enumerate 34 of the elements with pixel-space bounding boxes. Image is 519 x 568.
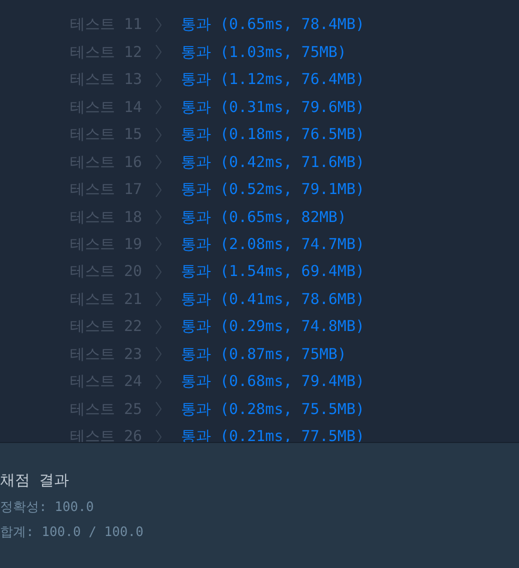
chevron-icon bbox=[155, 346, 162, 362]
test-result: 통과 (0.65ms, 82MB) bbox=[181, 208, 346, 227]
test-result: 통과 (0.42ms, 71.6MB) bbox=[181, 152, 365, 172]
chevron-icon bbox=[155, 16, 162, 33]
total-score: 합계: 100.0 / 100.0 bbox=[0, 524, 144, 542]
chevron-icon bbox=[155, 99, 162, 116]
test-result: 통과 (0.87ms, 75MB) bbox=[181, 344, 346, 364]
chevron-icon bbox=[155, 44, 162, 60]
accuracy-score: 정확성: 100.0 bbox=[0, 499, 95, 517]
chevron-icon bbox=[155, 374, 162, 390]
test-result: 통과 (0.41ms, 78.6MB) bbox=[181, 290, 365, 309]
test-result: 통과 (0.31ms, 79.6MB) bbox=[181, 98, 365, 117]
test-result: 통과 (1.54ms, 69.4MB) bbox=[181, 262, 365, 282]
chevron-icon bbox=[155, 318, 162, 335]
chevron-icon bbox=[155, 428, 162, 445]
test-result: 통과 (0.18ms, 76.5MB) bbox=[181, 125, 365, 144]
test-result: 통과 (1.12ms, 76.4MB) bbox=[181, 70, 365, 90]
chevron-icon bbox=[155, 154, 162, 170]
chevron-icon bbox=[155, 126, 162, 143]
chevron-icon bbox=[155, 401, 162, 418]
chevron-icon bbox=[155, 72, 162, 88]
test-result: 통과 (2.08ms, 74.7MB) bbox=[181, 234, 365, 254]
test-result: 통과 (0.28ms, 75.5MB) bbox=[181, 400, 365, 419]
test-result: 통과 (0.68ms, 79.4MB) bbox=[181, 372, 365, 392]
chevron-icon bbox=[155, 264, 162, 280]
chevron-icon bbox=[155, 209, 162, 226]
chevron-icon bbox=[155, 182, 162, 198]
chevron-icon bbox=[155, 291, 162, 308]
chevron-icon bbox=[155, 236, 162, 252]
test-result: 통과 (0.65ms, 78.4MB) bbox=[181, 15, 365, 34]
test-result: 통과 (0.52ms, 79.1MB) bbox=[181, 180, 365, 200]
test-result: 통과 (0.29ms, 74.8MB) bbox=[181, 317, 365, 336]
grading-title: 채점 결과 bbox=[0, 470, 70, 491]
test-result: 통과 (1.03ms, 75MB) bbox=[181, 42, 346, 62]
